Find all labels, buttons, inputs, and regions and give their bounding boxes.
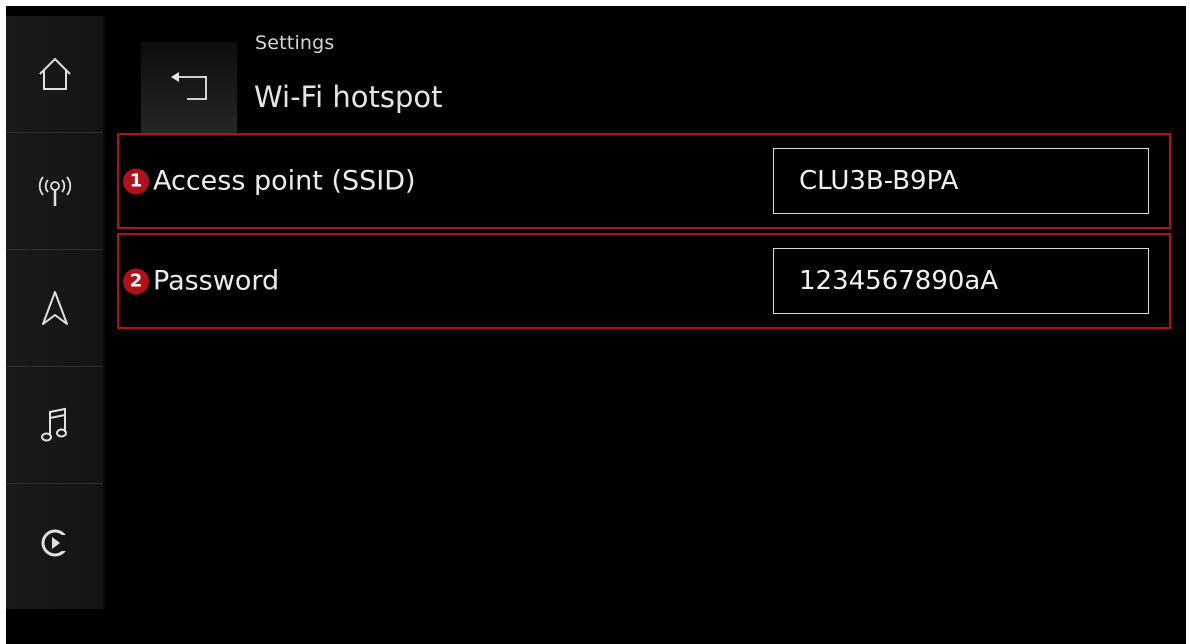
- password-field[interactable]: 1234567890aA: [773, 248, 1149, 314]
- back-arrow-icon: [171, 72, 207, 100]
- setting-row-password[interactable]: 2 Password 1234567890aA: [117, 233, 1171, 329]
- sidebar-item-home[interactable]: [6, 16, 103, 133]
- breadcrumb: Settings: [255, 32, 335, 54]
- sidebar-item-navigation[interactable]: [6, 250, 103, 367]
- infotainment-screen: Settings Wi-Fi hotspot 1 Access point (S…: [6, 6, 1186, 644]
- callout-badge: 1: [123, 168, 149, 194]
- back-button[interactable]: [141, 42, 237, 134]
- setting-label-group: 1 Access point (SSID): [123, 166, 416, 197]
- callout-badge: 2: [123, 268, 149, 294]
- setting-row-ssid[interactable]: 1 Access point (SSID) CLU3B-B9PA: [117, 133, 1171, 229]
- music-note-icon: [40, 407, 67, 442]
- setting-label: Password: [153, 265, 280, 297]
- navigation-arrow-icon: [41, 291, 68, 325]
- page-title: Wi-Fi hotspot: [254, 80, 443, 114]
- setting-label: Access point (SSID): [153, 165, 416, 197]
- antenna-icon: [38, 176, 71, 206]
- home-icon: [38, 57, 71, 90]
- setting-label-group: 2 Password: [123, 266, 279, 297]
- sidebar-item-connectivity[interactable]: [6, 133, 103, 250]
- play-circle-icon: [41, 529, 69, 556]
- sidebar-item-media[interactable]: [6, 367, 103, 484]
- sidebar: [6, 16, 103, 609]
- sidebar-item-carplay[interactable]: [6, 484, 103, 601]
- sidebar-divider: [103, 16, 105, 609]
- ssid-field[interactable]: CLU3B-B9PA: [773, 148, 1149, 214]
